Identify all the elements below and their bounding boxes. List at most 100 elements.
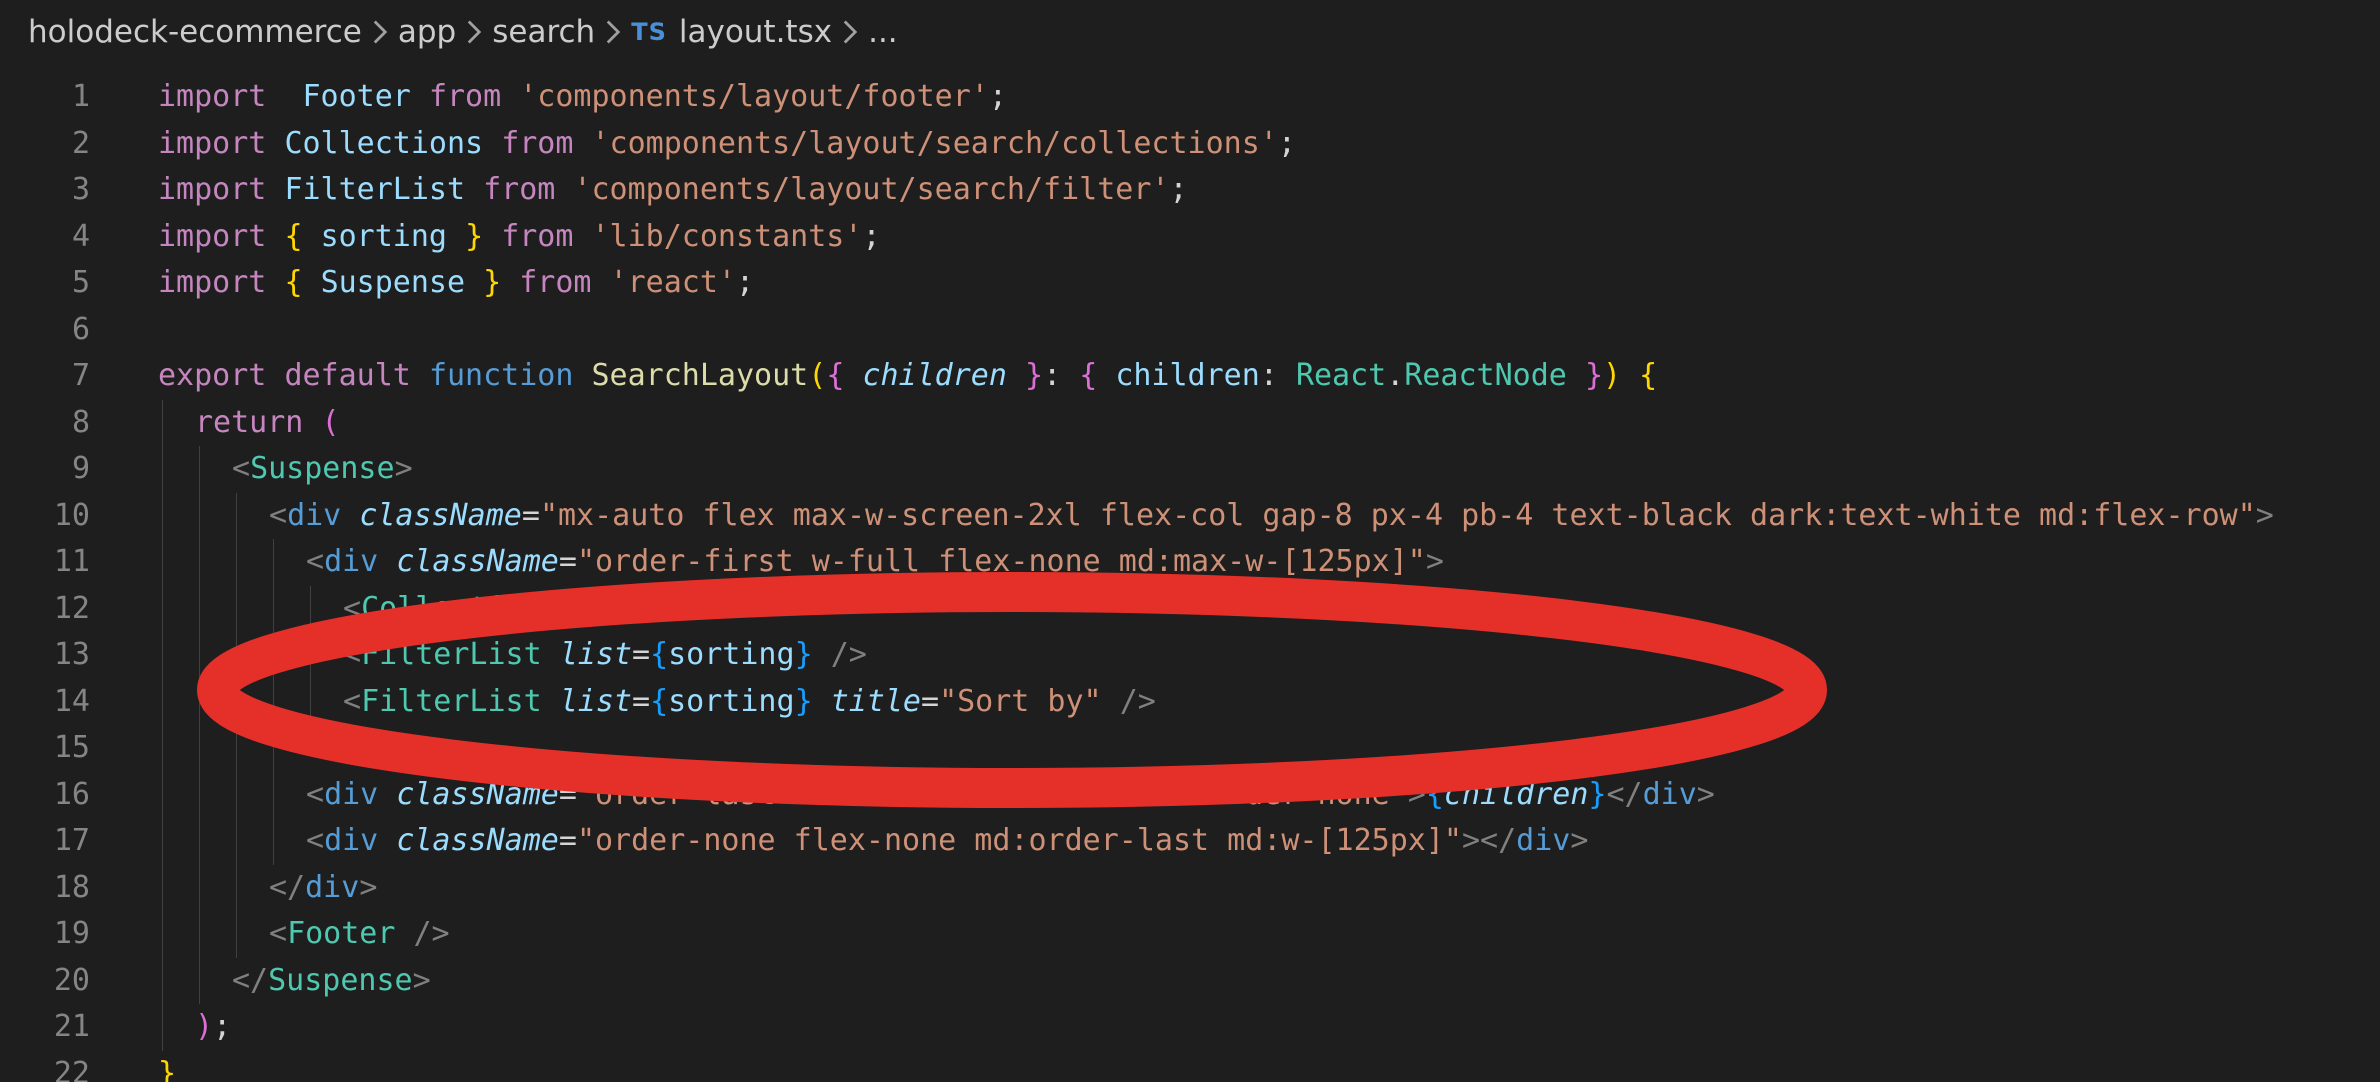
indent-guide [162,399,163,446]
code-token: div [324,776,379,812]
breadcrumb-item-symbols[interactable]: ... [868,14,898,50]
code-line[interactable]: 1 import Footer from 'components/layout/f… [0,74,2380,121]
code-token: Collections [284,125,484,161]
code-token: FilterList [361,637,542,672]
code-line[interactable]: 14 <FilterList list={sorting} title="Sort… [0,678,2380,725]
code-token: className [396,823,559,858]
line-number: 9 [71,451,90,486]
code-token: from [519,265,592,300]
indent-guide [199,911,200,958]
code-line[interactable]: 2 import Collections from 'components/lay… [0,121,2380,168]
code-editor[interactable]: 1 import Footer from 'components/layout/f… [0,64,2380,1082]
line-number: 2 [71,125,90,161]
code-line[interactable]: 17 <div className="order-none flex-none m… [0,818,2380,865]
code-token: from [483,172,556,207]
code-line[interactable]: 22} [0,1051,2380,1082]
code-line[interactable]: 20 </Suspense> [0,957,2380,1004]
code-token: } [158,1055,177,1082]
code-token: import [158,218,267,254]
code-line[interactable]: 6 [0,307,2380,354]
code-token: div [1516,823,1571,858]
code-line[interactable]: 8 return ( [0,399,2380,446]
code-line[interactable]: 15 </div> [0,725,2380,772]
code-line[interactable]: 11 <div className="order-first w-full fle… [0,539,2380,586]
breadcrumb-item-file[interactable]: layout.tsx [679,14,832,50]
code-line[interactable]: 13 <FilterList list={sorting} /> [0,632,2380,679]
code-line[interactable]: 5 import { Suspense } from 'react'; [0,260,2380,307]
code-token: ; [1169,172,1188,207]
code-token: return [195,404,304,440]
code-line[interactable]: 7 export default function SearchLayout({ … [0,353,2380,400]
line-number: 18 [53,869,90,905]
line-number: 12 [53,590,90,626]
indent-guide [199,725,200,772]
code-token: sorting [320,218,447,254]
code-token: > [396,730,415,765]
code-token: = [632,637,651,672]
code-line[interactable]: 18 </div> [0,864,2380,911]
indent-guide [273,725,274,772]
code-token: 'react' [609,265,736,300]
code-token: children [1115,358,1260,393]
indent-guide [199,771,200,818]
code-token: 'components/layout/search/filter' [573,172,1170,207]
code-line[interactable]: 19 <Footer /> [0,911,2380,958]
code-token: title [830,683,921,719]
code-token: } [465,218,484,254]
code-token: Footer [287,916,396,951]
code-line[interactable]: 12 <Collections /> [0,585,2380,632]
code-line[interactable]: 10 <div className="mx-auto flex max-w-scr… [0,492,2380,540]
code-text: <div className="mx-auto flex max-w-scree… [269,493,2274,540]
code-token: </ [306,730,343,765]
breadcrumb-item-app[interactable]: app [398,14,456,50]
indent-guide [236,864,237,911]
code-line[interactable]: 9 <Suspense> [0,446,2380,493]
indent-guide [236,725,237,772]
code-text: <div className="order-none flex-none md:… [306,818,1588,865]
code-text: import FilterList from 'components/layou… [158,167,1188,214]
indent-guide [199,957,200,1004]
indent-guide [273,678,274,725]
code-line[interactable]: 21); [0,1004,2380,1051]
code-token: className [396,544,559,579]
code-token: > [2255,497,2274,533]
code-line[interactable]: 4 import { sorting } from 'lib/constants'… [0,214,2380,261]
code-token: from [428,79,502,114]
line-number: 16 [53,776,90,812]
code-token: default [284,358,411,393]
code-token: ( [808,358,827,393]
code-line[interactable]: 16 <div className="order-last min-h-scree… [0,771,2380,818]
code-token: } [483,265,502,300]
code-token: < [269,916,288,951]
code-token: SearchLayout [591,358,809,393]
line-number: 7 [71,358,90,393]
code-token: /> [577,590,614,626]
indent-guide [199,539,200,586]
code-token: } [1025,358,1044,393]
breadcrumb-item-project[interactable]: holodeck-ecommerce [28,14,362,50]
code-token: FilterList [361,683,542,719]
code-token: } [1588,776,1607,812]
code-token: : [1043,358,1080,393]
code-line[interactable]: 3 import FilterList from 'components/layo… [0,167,2380,214]
code-text: export default function SearchLayout({ c… [158,353,1657,400]
code-token: { [284,265,303,300]
code-token: . [1386,358,1405,393]
breadcrumb-item-search[interactable]: search [492,14,595,50]
code-token: Footer [302,79,411,114]
code-token: < [306,776,325,812]
code-text: <Suspense> [232,446,413,493]
code-token: "order-first w-full flex-none md:max-w-[… [576,544,1426,579]
